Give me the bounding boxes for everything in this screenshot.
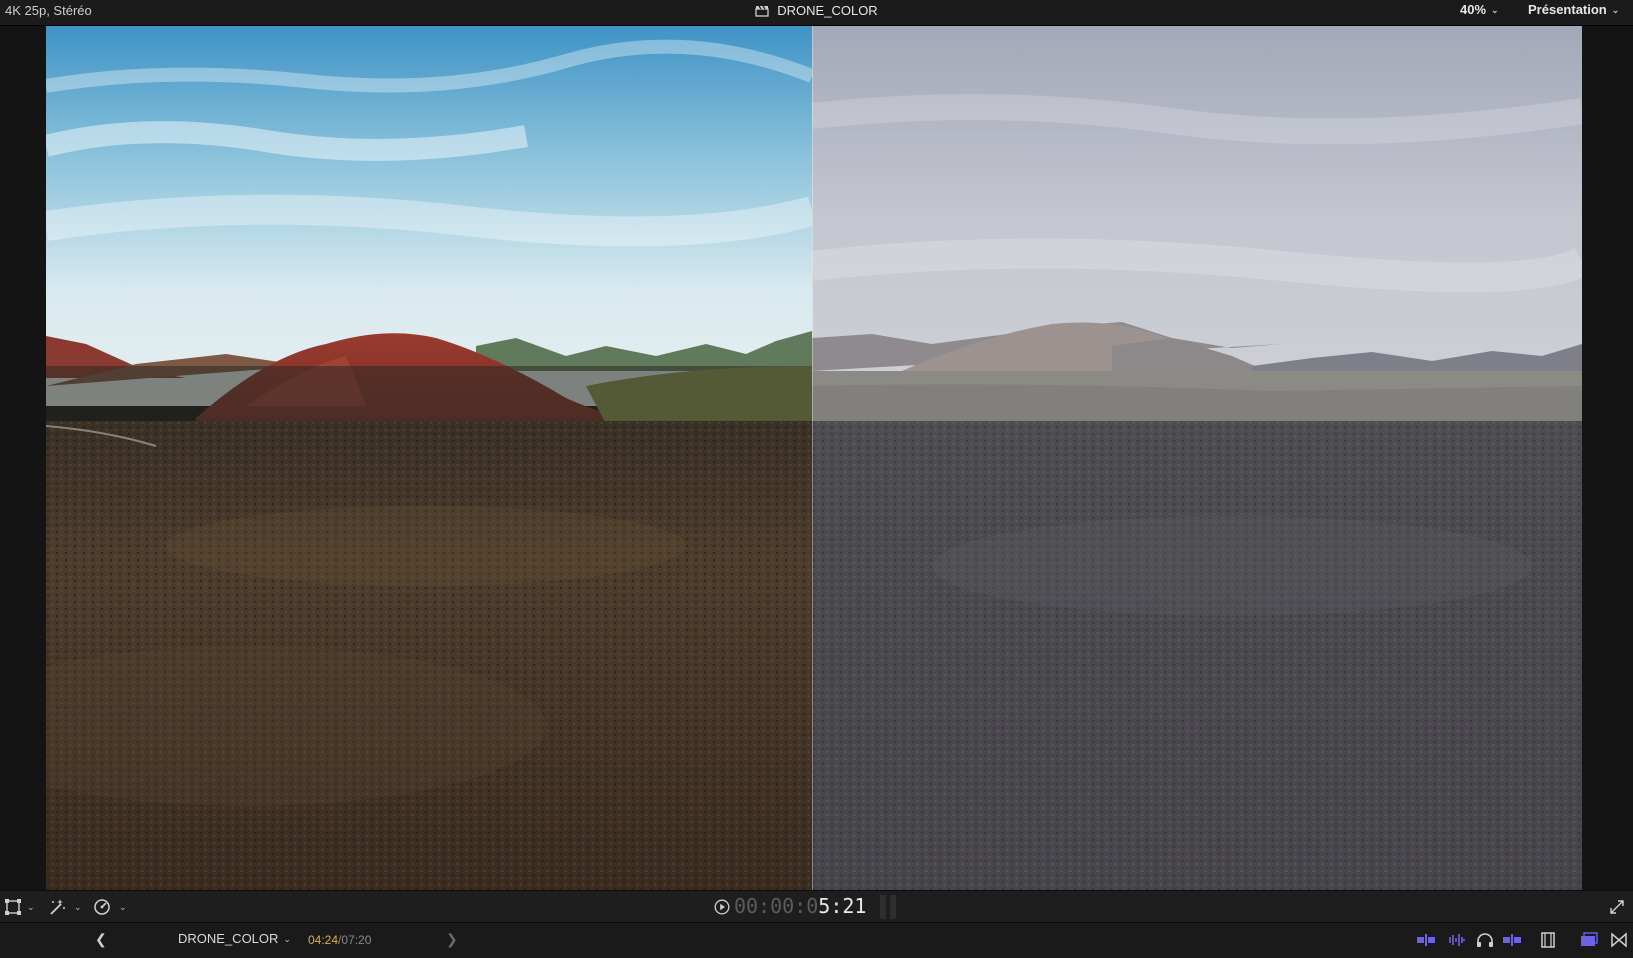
timecode-display[interactable]: 00:00:05:21 [734, 894, 866, 918]
audio-waveform-icon[interactable] [1446, 932, 1466, 948]
audio-meter-left [880, 895, 886, 919]
project-dropdown[interactable]: DRONE_COLOR ⌄ [178, 931, 291, 946]
clip-appearance-icon[interactable] [1416, 932, 1436, 948]
speedometer-icon [94, 899, 110, 915]
timeline-header: ❮ DRONE_COLOR ⌄ 04:24/07:20 ❯ [0, 922, 1633, 958]
clip-title-text: DRONE_COLOR [777, 3, 878, 18]
expand-icon [1610, 900, 1624, 914]
play-button[interactable] [714, 897, 730, 917]
chevron-down-icon: ⌄ [283, 934, 291, 944]
history-forward-button[interactable]: ❯ [446, 931, 458, 948]
presentation-dropdown[interactable]: Présentation ⌄ [1528, 2, 1619, 17]
zoom-dropdown[interactable]: 40% ⌄ [1460, 2, 1499, 17]
audio-meter-right [890, 895, 896, 919]
original-frame-image [812, 26, 1582, 890]
chevron-right-icon: ❯ [446, 931, 458, 947]
fullscreen-button[interactable] [1610, 897, 1624, 917]
current-time: 04:24 [308, 933, 339, 947]
history-back-button[interactable]: ❮ [95, 931, 107, 948]
speed-menu[interactable]: ⌄ [93, 897, 127, 917]
viewer-header: 4K 25p, Stéréo DRONE_COLOR 40% ⌄ Présenta… [0, 0, 1633, 26]
video-viewer[interactable] [0, 26, 1633, 890]
timecode-lit: 5:21 [818, 894, 867, 918]
zoom-value: 40% [1460, 2, 1487, 17]
timeline-index-icon[interactable] [1580, 932, 1598, 948]
chevron-down-icon: ⌄ [74, 901, 82, 912]
enhance-menu[interactable]: ⌄ [48, 897, 82, 917]
chevron-down-icon: ⌄ [1611, 5, 1620, 15]
chevron-down-icon: ⌄ [27, 901, 35, 912]
chevron-down-icon: ⌄ [1491, 5, 1499, 15]
clapper-icon [755, 4, 769, 20]
snapping-icon[interactable] [1502, 932, 1522, 948]
graded-frame-image [46, 26, 812, 890]
chevron-down-icon: ⌄ [119, 901, 127, 912]
film-strip-icon[interactable] [1540, 932, 1556, 948]
timecode-dim: 00:00:0 [734, 894, 819, 918]
headphones-icon[interactable] [1476, 932, 1494, 948]
play-icon [714, 899, 730, 915]
viewer-controls: ⌄ ⌄ ⌄ 00:00:05:21 [0, 890, 1633, 923]
transform-menu[interactable]: ⌄ [4, 897, 35, 917]
video-frame[interactable] [46, 26, 1582, 890]
project-name: DRONE_COLOR [178, 931, 279, 946]
transform-icon [5, 899, 21, 915]
total-time: /07:20 [338, 933, 372, 947]
clip-title: DRONE_COLOR [0, 3, 1633, 20]
chevron-left-icon: ❮ [95, 931, 107, 947]
project-duration: 04:24/07:20 [308, 933, 371, 947]
magic-wand-icon [50, 899, 65, 915]
comparison-divider[interactable] [812, 26, 813, 890]
presentation-label: Présentation [1528, 2, 1607, 17]
transitions-icon[interactable] [1611, 932, 1627, 948]
